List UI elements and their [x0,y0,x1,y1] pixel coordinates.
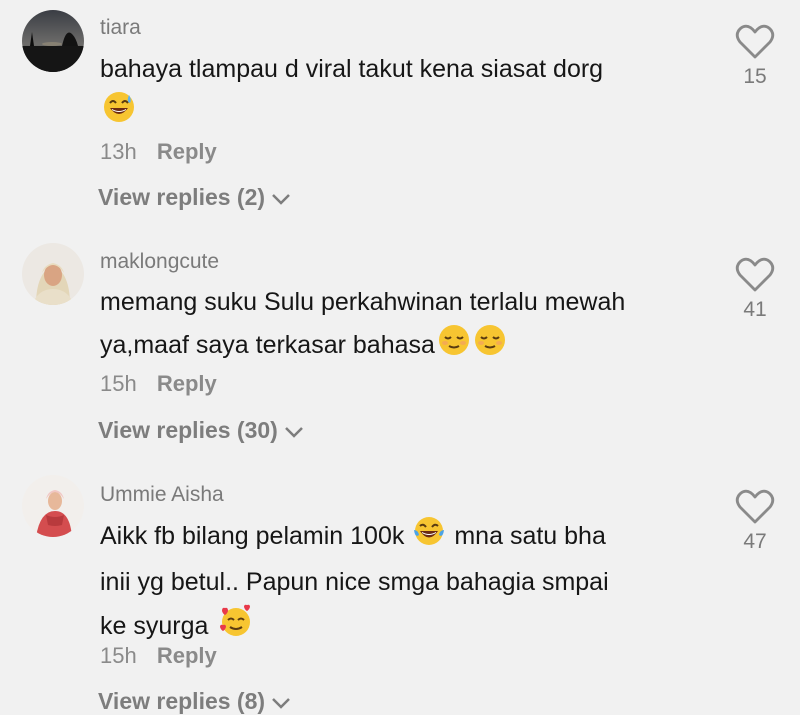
comment-time: 15h [100,643,137,668]
comment-text-content: bahaya tlampau d viral takut kena siasat… [100,55,604,83]
relieved-face-icon [473,323,507,370]
comment-text: Aikk fb bilang pelamin 100k mna satu bha… [100,514,710,652]
reply-button[interactable]: Reply [157,643,217,668]
reply-button[interactable]: Reply [157,139,217,164]
reply-button[interactable]: Reply [157,371,217,396]
view-replies-button[interactable]: View replies (8) [98,688,291,715]
comment-text: bahaya tlampau d viral takut kena siasat… [100,48,710,137]
like-button[interactable]: 47 [732,489,778,554]
view-replies-button[interactable]: View replies (30) [98,417,304,444]
comment-time: 13h [100,139,137,164]
smiling-face-with-hearts-icon [218,603,254,652]
chevron-down-icon [272,698,290,709]
view-replies-label: View replies (8) [98,688,266,714]
comment-meta: 15h Reply [100,643,217,669]
avatar[interactable] [22,475,84,537]
comment-text-line: ya,maaf saya terkasar bahasa [100,331,435,360]
like-button[interactable]: 15 [732,24,778,89]
avatar[interactable] [22,10,84,72]
like-count: 47 [743,530,767,553]
comment-username[interactable]: Ummie Aisha [100,483,224,507]
heart-icon [735,257,775,292]
view-replies-button[interactable]: View replies (2) [98,184,291,211]
comment-text: memang suku Sulu perkahwinan terlalu mew… [100,281,710,370]
chevron-down-icon [272,194,290,205]
like-count: 41 [743,298,767,321]
comment-meta: 15h Reply [100,371,217,397]
view-replies-label: View replies (2) [98,184,266,210]
heart-icon [735,489,775,524]
comment-username[interactable]: tiara [100,16,141,40]
comment-text-line: inii yg betul.. Papun nice smga bahagia … [100,568,609,596]
comment-meta: 13h Reply [100,139,217,165]
sweat-smile-emoji-icon [102,90,136,137]
tears-of-joy-icon [412,514,446,561]
relieved-face-icon [437,323,471,370]
comment-text-line: mna satu bha [454,522,606,551]
like-button[interactable]: 41 [732,257,778,322]
comment-text-line: memang suku Sulu perkahwinan terlalu mew… [100,288,626,316]
comment-username[interactable]: maklongcute [100,250,219,274]
comment-text-line: Aikk fb bilang pelamin 100k [100,522,405,551]
avatar[interactable] [22,243,84,305]
view-replies-label: View replies (30) [98,417,278,443]
chevron-down-icon [284,427,303,438]
comment-text-line: ke syurga [100,612,209,641]
like-count: 15 [743,65,767,88]
heart-icon [735,24,775,59]
comment-time: 15h [100,371,137,396]
